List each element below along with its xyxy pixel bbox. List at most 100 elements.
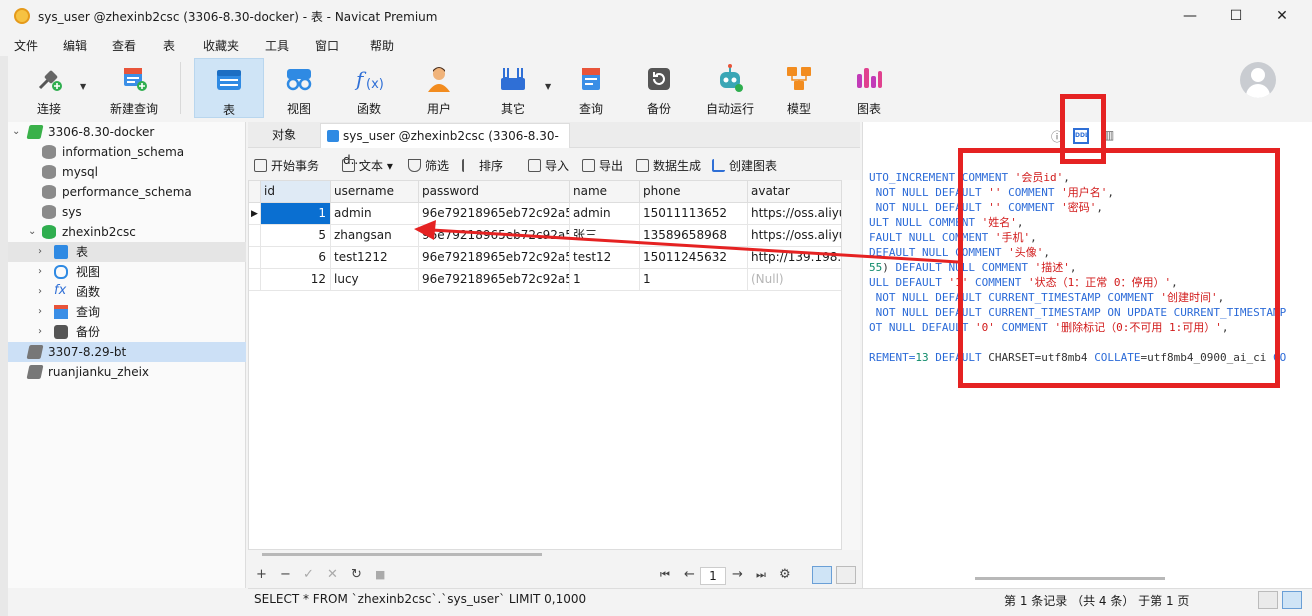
layout-toggle-right[interactable] [1282, 591, 1302, 609]
tree-item-database-open[interactable]: ⌄ zhexinb2csc [8, 222, 246, 242]
tab-objects[interactable]: 对象 [262, 123, 306, 148]
table-cell[interactable]: 1 [570, 269, 640, 291]
expand-arrow-icon[interactable]: › [38, 242, 48, 262]
column-header[interactable]: name [570, 181, 640, 203]
connect-button[interactable]: 连接 [24, 58, 74, 118]
chart-tool-button[interactable]: 图表 [840, 58, 898, 118]
tree-item-database[interactable]: sys [8, 202, 246, 222]
menu-file[interactable]: 文件 [14, 37, 38, 54]
minimize-button[interactable]: — [1168, 4, 1212, 28]
table-cell-null[interactable]: (Null) [748, 269, 841, 291]
filter-button[interactable]: 筛选 [408, 157, 449, 174]
text-view-button[interactable]: 文本 ▾ [342, 157, 393, 174]
menu-favorites[interactable]: 收藏夹 [203, 37, 239, 54]
tree-item-backups[interactable]: › 备份 [8, 322, 246, 342]
connect-dropdown-caret[interactable]: ▼ [80, 82, 86, 91]
table-cell[interactable]: 12 [261, 269, 331, 291]
table-cell[interactable]: 6 [261, 247, 331, 269]
table-cell[interactable]: https://oss.aliyu [748, 225, 841, 247]
table-cell[interactable]: test1212 [331, 247, 419, 269]
begin-transaction-button[interactable]: 开始事务 [254, 157, 319, 174]
tree-item-database[interactable]: information_schema [8, 142, 246, 162]
grid-horizontal-scrollbar[interactable] [262, 553, 542, 556]
query-tool-button[interactable]: 查询 [562, 58, 620, 118]
tree-item-database[interactable]: performance_schema [8, 182, 246, 202]
tree-item-functions[interactable]: › fx 函数 [8, 282, 246, 302]
last-page-button[interactable]: ⏭ [756, 568, 766, 582]
table-cell[interactable]: 13589658968 [640, 225, 748, 247]
first-page-button[interactable]: ⏮ [660, 568, 670, 582]
table-cell[interactable]: zhangsan [331, 225, 419, 247]
collapse-arrow-icon[interactable]: ⌄ [28, 222, 38, 242]
tree-item-connection[interactable]: ⌄ 3306-8.30-docker [8, 122, 246, 142]
expand-arrow-icon[interactable]: › [38, 282, 48, 302]
table-cell[interactable]: 张三 [570, 225, 640, 247]
model-tool-button[interactable]: 模型 [770, 58, 828, 118]
table-cell[interactable]: 96e79218965eb72c92a54 [419, 203, 570, 225]
column-header[interactable]: password [419, 181, 570, 203]
menu-help[interactable]: 帮助 [370, 37, 394, 54]
column-header[interactable]: avatar [748, 181, 841, 203]
table-cell[interactable]: 1 [261, 203, 331, 225]
other-dropdown-caret[interactable]: ▼ [545, 82, 551, 91]
backup-tool-button[interactable]: 备份 [630, 58, 688, 118]
collapse-arrow-icon[interactable]: ⌄ [12, 122, 22, 142]
user-tool-button[interactable]: 用户 [410, 58, 468, 118]
table-cell[interactable]: 1 [640, 269, 748, 291]
ddl-horizontal-scrollbar[interactable] [975, 577, 1165, 580]
tree-item-views[interactable]: › 视图 [8, 262, 246, 282]
table-cell[interactable]: lucy [331, 269, 419, 291]
tree-item-connection[interactable]: ruanjianku_zheix [8, 362, 246, 382]
table-cell[interactable]: 96e79218965eb72c92a54 [419, 269, 570, 291]
table-cell[interactable]: 15011245632 [640, 247, 748, 269]
table-cell[interactable]: test12 [570, 247, 640, 269]
sort-button[interactable]: 排序 [462, 157, 503, 174]
data-grid[interactable]: id username password name phone avatar ▶… [248, 180, 842, 550]
tree-item-database[interactable]: mysql [8, 162, 246, 182]
user-avatar[interactable] [1240, 62, 1276, 98]
close-button[interactable]: ✕ [1260, 4, 1304, 28]
function-tool-button[interactable]: f (x) 函数 [340, 58, 398, 118]
tree-item-queries[interactable]: › 查询 [8, 302, 246, 322]
menu-table[interactable]: 表 [163, 37, 175, 54]
discard-changes-button[interactable]: ✕ [327, 567, 338, 582]
next-page-button[interactable]: → [732, 567, 743, 582]
table-cell[interactable]: 15011113652 [640, 203, 748, 225]
automation-tool-button[interactable]: 自动运行 [698, 58, 762, 118]
page-number-input[interactable]: 1 [700, 567, 726, 585]
table-cell[interactable]: https://oss.aliyu [748, 203, 841, 225]
grid-vertical-scrollbar[interactable] [842, 180, 860, 550]
prev-page-button[interactable]: ← [684, 567, 695, 582]
tree-item-tables[interactable]: › 表 [8, 242, 246, 262]
tab-sys-user[interactable]: sys_user @zhexinb2csc (3306-8.30-d... [320, 123, 570, 167]
refresh-button[interactable]: ↻ [351, 567, 362, 582]
column-header[interactable]: phone [640, 181, 748, 203]
table-cell[interactable]: admin [331, 203, 419, 225]
new-query-button[interactable]: 新建查询 [96, 58, 172, 118]
menu-edit[interactable]: 编辑 [63, 37, 87, 54]
table-cell[interactable]: http://139.198.1 [748, 247, 841, 269]
import-button[interactable]: 导入 [528, 157, 569, 174]
export-button[interactable]: 导出 [582, 157, 623, 174]
delete-record-button[interactable]: − [280, 567, 291, 582]
create-chart-button[interactable]: 创建图表 [712, 157, 777, 174]
table-cell[interactable]: 5 [261, 225, 331, 247]
form-view-toggle[interactable] [836, 566, 856, 584]
grid-view-toggle[interactable] [812, 566, 832, 584]
expand-arrow-icon[interactable]: › [38, 322, 48, 342]
maximize-button[interactable]: ☐ [1214, 4, 1258, 28]
column-header[interactable]: username [331, 181, 419, 203]
expand-arrow-icon[interactable]: › [38, 302, 48, 322]
stop-button[interactable]: ■ [375, 568, 385, 581]
data-generation-button[interactable]: 数据生成 [636, 157, 701, 174]
table-cell[interactable]: 96e79218965eb72c92a54 [419, 225, 570, 247]
view-tool-button[interactable]: 视图 [270, 58, 328, 118]
tree-item-connection[interactable]: 3307-8.29-bt [8, 342, 246, 362]
add-record-button[interactable]: + [256, 567, 267, 582]
table-tool-button[interactable]: 表 [194, 58, 264, 118]
layout-toggle-left[interactable] [1258, 591, 1278, 609]
expand-arrow-icon[interactable]: › [38, 262, 48, 282]
menu-window[interactable]: 窗口 [315, 37, 339, 54]
menu-tools[interactable]: 工具 [265, 37, 289, 54]
other-tool-button[interactable]: 其它 [484, 58, 542, 118]
